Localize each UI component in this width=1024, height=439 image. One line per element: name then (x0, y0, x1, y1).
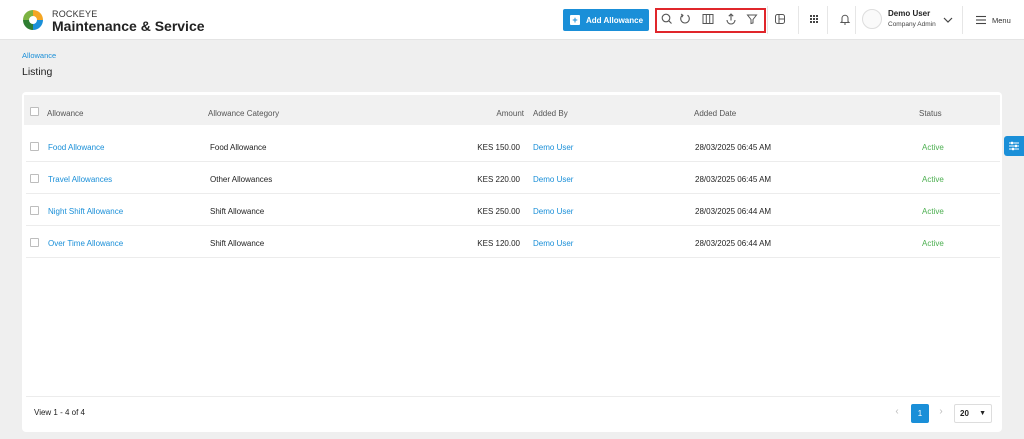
table-row[interactable]: Over Time Allowance Shift Allowance KES 12… (26, 226, 1000, 258)
table-row[interactable]: Food Allowance Food Allowance KES 150.00 De… (26, 130, 1000, 162)
table-row[interactable]: Night Shift Allowance Shift Allowance KES … (26, 194, 1000, 226)
status-badge: Active (922, 239, 944, 248)
row-checkbox[interactable] (30, 238, 39, 247)
prev-page-button[interactable]: ‹ (890, 404, 904, 420)
added-by-link[interactable]: Demo User (533, 207, 573, 216)
status-badge: Active (922, 143, 944, 152)
layout-icon[interactable] (773, 12, 787, 26)
column-header[interactable]: Allowance (47, 109, 83, 118)
row-checkbox[interactable] (30, 142, 39, 151)
page-title: Listing (22, 66, 53, 78)
status-badge: Active (922, 175, 944, 184)
allowance-category: Other Allowances (210, 175, 273, 184)
amount: KES 150.00 (477, 143, 520, 152)
hamburger-icon[interactable] (974, 13, 988, 27)
added-date: 28/03/2025 06:44 AM (695, 239, 772, 248)
added-by-link[interactable]: Demo User (533, 239, 573, 248)
app-title: Maintenance & Service (52, 18, 205, 34)
apps-grid-icon[interactable] (807, 12, 821, 26)
record-count: View 1 - 4 of 4 (34, 408, 85, 417)
column-header[interactable]: Added Date (694, 109, 736, 118)
add-allowance-label: Add Allowance (586, 15, 644, 25)
menu-button[interactable]: Menu (992, 16, 1011, 25)
rockeye-logo[interactable] (22, 9, 44, 31)
breadcrumb[interactable]: Allowance (22, 51, 56, 60)
table-header: Allowance Allowance Category Amount Adde… (24, 95, 1000, 125)
user-name[interactable]: Demo User (888, 9, 930, 18)
allowance-name-link[interactable]: Travel Allowances (48, 175, 112, 184)
added-by-link[interactable]: Demo User (533, 143, 573, 152)
added-by-link[interactable]: Demo User (533, 175, 573, 184)
chevron-down-icon: ▼ (979, 410, 986, 417)
amount: KES 120.00 (477, 239, 520, 248)
top-header: ROCKEYE Maintenance & Service + Add Allo… (0, 0, 1024, 40)
amount: KES 250.00 (477, 207, 520, 216)
page-size-select[interactable]: 20 ▼ (954, 404, 992, 423)
divider (855, 6, 856, 34)
column-header[interactable]: Status (919, 109, 942, 118)
allowance-category: Shift Allowance (210, 207, 265, 216)
divider (26, 396, 1000, 397)
divider (827, 6, 828, 34)
divider (767, 6, 768, 34)
allowance-name-link[interactable]: Night Shift Allowance (48, 207, 123, 216)
added-date: 28/03/2025 06:44 AM (695, 207, 772, 216)
chevron-down-icon[interactable] (941, 13, 955, 27)
allowance-name-link[interactable]: Over Time Allowance (48, 239, 123, 248)
allowance-name-link[interactable]: Food Allowance (48, 143, 104, 152)
row-checkbox[interactable] (30, 206, 39, 215)
listing-card: Allowance Allowance Category Amount Adde… (22, 92, 1002, 432)
columns-icon[interactable] (701, 12, 715, 26)
row-checkbox[interactable] (30, 174, 39, 183)
added-date: 28/03/2025 06:45 AM (695, 143, 772, 152)
select-all-checkbox[interactable] (30, 107, 39, 116)
settings-drawer-button[interactable] (1004, 136, 1024, 156)
next-page-button[interactable]: › (934, 404, 948, 420)
column-header[interactable]: Added By (533, 109, 568, 118)
sliders-icon (1009, 141, 1019, 151)
added-date: 28/03/2025 06:45 AM (695, 175, 772, 184)
bell-icon[interactable] (838, 12, 852, 26)
avatar[interactable] (862, 9, 882, 29)
divider (798, 6, 799, 34)
filter-icon[interactable] (745, 12, 759, 26)
refresh-icon[interactable] (678, 12, 692, 26)
column-header[interactable]: Allowance Category (208, 109, 279, 118)
add-allowance-button[interactable]: + Add Allowance (563, 9, 649, 31)
user-role: Company Admin (888, 21, 936, 28)
export-icon[interactable] (724, 12, 738, 26)
search-icon[interactable] (660, 12, 674, 26)
plus-icon: + (570, 15, 580, 25)
allowance-category: Food Allowance (210, 143, 267, 152)
page-button-current[interactable]: 1 (911, 404, 929, 423)
amount: KES 220.00 (477, 175, 520, 184)
allowance-category: Shift Allowance (210, 239, 265, 248)
divider (962, 6, 963, 34)
status-badge: Active (922, 207, 944, 216)
page-size-value: 20 (960, 409, 969, 418)
table-row[interactable]: Travel Allowances Other Allowances KES 220… (26, 162, 1000, 194)
column-header[interactable]: Amount (454, 109, 524, 118)
